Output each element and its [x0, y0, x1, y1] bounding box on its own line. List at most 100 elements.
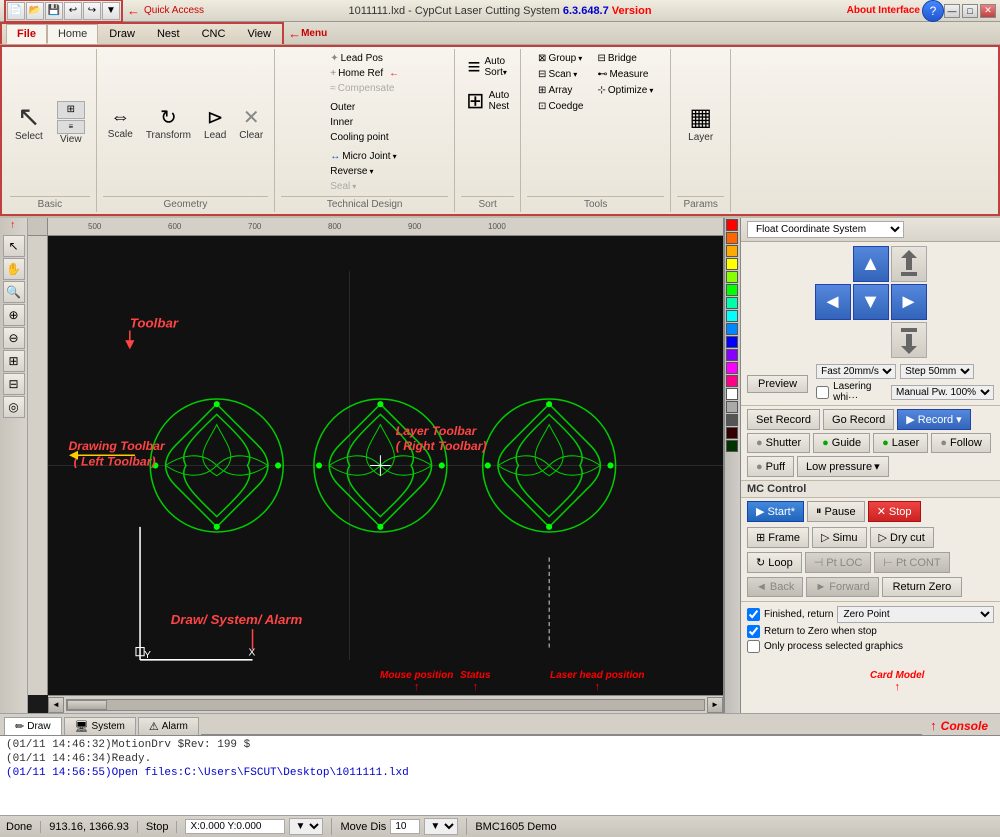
layer-color-amber[interactable] — [726, 245, 738, 257]
pt-cont-button[interactable]: ⊢ Pt CONT — [874, 552, 949, 573]
horizontal-scrollbar[interactable]: ◄ ► — [48, 695, 723, 713]
pt-loc-button[interactable]: ⊣ Pt LOC — [805, 552, 872, 573]
layer-color-darkgreen[interactable] — [726, 440, 738, 452]
hand-tool[interactable]: ✋ — [3, 258, 25, 280]
tab-alarm[interactable]: ⚠ Alarm — [138, 717, 199, 735]
tab-home[interactable]: Home — [47, 24, 98, 44]
open-button[interactable]: 📂 — [26, 2, 44, 20]
layer-color-dark[interactable] — [726, 414, 738, 426]
grid-tool[interactable]: ⊟ — [3, 373, 25, 395]
tab-cnc[interactable]: CNC — [191, 24, 237, 44]
view-button[interactable]: ⊞ ≡ View — [52, 98, 90, 148]
layer-color-darkred[interactable] — [726, 427, 738, 439]
measure-button[interactable]: ⊷ Measure — [593, 67, 657, 82]
bridge-button[interactable]: ⊟ Bridge — [593, 51, 657, 66]
scale-button[interactable]: ⇔ Scale — [103, 103, 138, 143]
layer-color-magenta[interactable] — [726, 362, 738, 374]
tab-view[interactable]: View — [236, 24, 282, 44]
layer-color-green[interactable] — [726, 284, 738, 296]
move-dis-dropdown[interactable]: ▼ — [424, 818, 458, 835]
outer-button[interactable]: Outer — [326, 100, 359, 115]
compensate-button[interactable]: ≈ Compensate — [326, 81, 398, 96]
select-button[interactable]: ↖ Select — [10, 100, 48, 145]
new-button[interactable]: 📄 — [7, 2, 25, 20]
pause-button[interactable]: ⏸ Pause — [807, 501, 865, 522]
go-record-button[interactable]: Go Record — [823, 409, 894, 430]
layer-color-red[interactable] — [726, 219, 738, 231]
inner-button[interactable]: Inner — [326, 115, 357, 130]
move-dis-input[interactable] — [390, 819, 420, 834]
lasering-checkbox[interactable] — [816, 386, 829, 399]
finished-return-checkbox[interactable] — [747, 608, 760, 621]
layer-color-lime[interactable] — [726, 271, 738, 283]
scroll-thumb[interactable] — [67, 700, 107, 710]
record-dropdown-button[interactable]: ▶ Record ▾ — [897, 409, 970, 430]
layer-color-pink[interactable] — [726, 375, 738, 387]
simu-button[interactable]: ▷ Simu — [812, 527, 867, 548]
coordinate-system-dropdown[interactable]: Float Coordinate System Absolute Coordin… — [747, 221, 904, 238]
only-process-checkbox[interactable] — [747, 640, 760, 653]
clear-button[interactable]: ✕ Clear — [234, 102, 268, 144]
customize-button[interactable]: ▼ — [102, 2, 120, 20]
scan-button[interactable]: ⊟ Scan ▾ — [534, 67, 587, 82]
frame-button[interactable]: ⊞ Frame — [747, 527, 809, 548]
dir-down-button[interactable]: ▼ — [853, 284, 889, 320]
coedge-button[interactable]: ⊡ Coedge — [534, 99, 587, 114]
cooling-point-button[interactable]: Cooling point — [326, 130, 392, 145]
loop-button[interactable]: ↻ Loop — [747, 552, 802, 573]
group-button[interactable]: ⊠ Group ▾ — [534, 51, 587, 66]
optimize-button[interactable]: ⊹ Optimize ▾ — [593, 83, 657, 98]
tab-draw[interactable]: Draw — [98, 24, 146, 44]
save-button[interactable]: 💾 — [45, 2, 63, 20]
dir-up-extra-button[interactable] — [891, 246, 927, 282]
zoom-fit-tool[interactable]: ⊞ — [3, 350, 25, 372]
scroll-right-button[interactable]: ► — [707, 697, 723, 713]
back-button[interactable]: ◄ Back — [747, 577, 803, 597]
return-zero-checkbox[interactable] — [747, 625, 760, 638]
low-pressure-button[interactable]: Low pressure ▾ — [797, 456, 889, 477]
redo-button[interactable]: ↪ — [83, 2, 101, 20]
layer-color-orange[interactable] — [726, 232, 738, 244]
laser-position-input[interactable] — [185, 819, 285, 834]
follow-button[interactable]: ● Follow — [931, 433, 990, 453]
zero-point-select[interactable]: Zero Point — [837, 606, 994, 623]
start-button[interactable]: ▶ Start* — [747, 501, 804, 522]
dir-up-button[interactable]: ▲ — [853, 246, 889, 282]
set-record-button[interactable]: Set Record — [747, 409, 820, 430]
seal-button[interactable]: Seal ▾ — [326, 179, 360, 194]
transform-button[interactable]: ↻ Transform — [141, 102, 196, 144]
puff-button[interactable]: ● Puff — [747, 456, 794, 477]
auto-sort-button[interactable]: ≡ AutoSort▾ — [463, 51, 513, 83]
scroll-left-button[interactable]: ◄ — [48, 697, 64, 713]
arrow-tool[interactable]: ↖ — [3, 235, 25, 257]
step-select[interactable]: Step 50mm — [900, 364, 974, 379]
layer-color-purple[interactable] — [726, 349, 738, 361]
micro-joint-button[interactable]: ↔ Micro Joint ▾ — [326, 149, 400, 164]
dir-down-extra-button[interactable] — [891, 322, 927, 358]
laser-position-dropdown[interactable]: ▼ — [289, 818, 323, 835]
minimize-button[interactable]: — — [944, 4, 960, 18]
preview-button[interactable]: Preview — [747, 375, 808, 393]
layer-color-sky[interactable] — [726, 323, 738, 335]
layer-color-blue[interactable] — [726, 336, 738, 348]
manual-power-select[interactable]: Manual Pw. 100% — [891, 385, 994, 400]
laser-button[interactable]: ● Laser — [873, 433, 928, 453]
dir-right-button[interactable]: ► — [891, 284, 927, 320]
layer-color-white[interactable] — [726, 388, 738, 400]
scroll-track[interactable] — [66, 699, 705, 711]
home-ref-button[interactable]: + Home Ref ← — [326, 66, 403, 81]
forward-button[interactable]: ► Forward — [806, 577, 878, 597]
zoom-in-tool[interactable]: ⊕ — [3, 304, 25, 326]
guide-button[interactable]: ● Guide — [813, 433, 870, 453]
undo-button[interactable]: ↩ — [64, 2, 82, 20]
fast-speed-select[interactable]: Fast 20mm/s — [816, 364, 896, 379]
tab-system[interactable]: 🖥 System — [64, 717, 136, 735]
about-icon[interactable]: ? — [922, 0, 944, 22]
snap-tool[interactable]: ◎ — [3, 396, 25, 418]
layer-button[interactable]: ▦ Layer — [683, 100, 719, 146]
tab-nest[interactable]: Nest — [146, 24, 191, 44]
layer-color-teal[interactable] — [726, 297, 738, 309]
zoom-out-tool[interactable]: ⊖ — [3, 327, 25, 349]
lead-pos-button[interactable]: ✦ Lead Pos — [326, 51, 387, 66]
layer-color-gray[interactable] — [726, 401, 738, 413]
